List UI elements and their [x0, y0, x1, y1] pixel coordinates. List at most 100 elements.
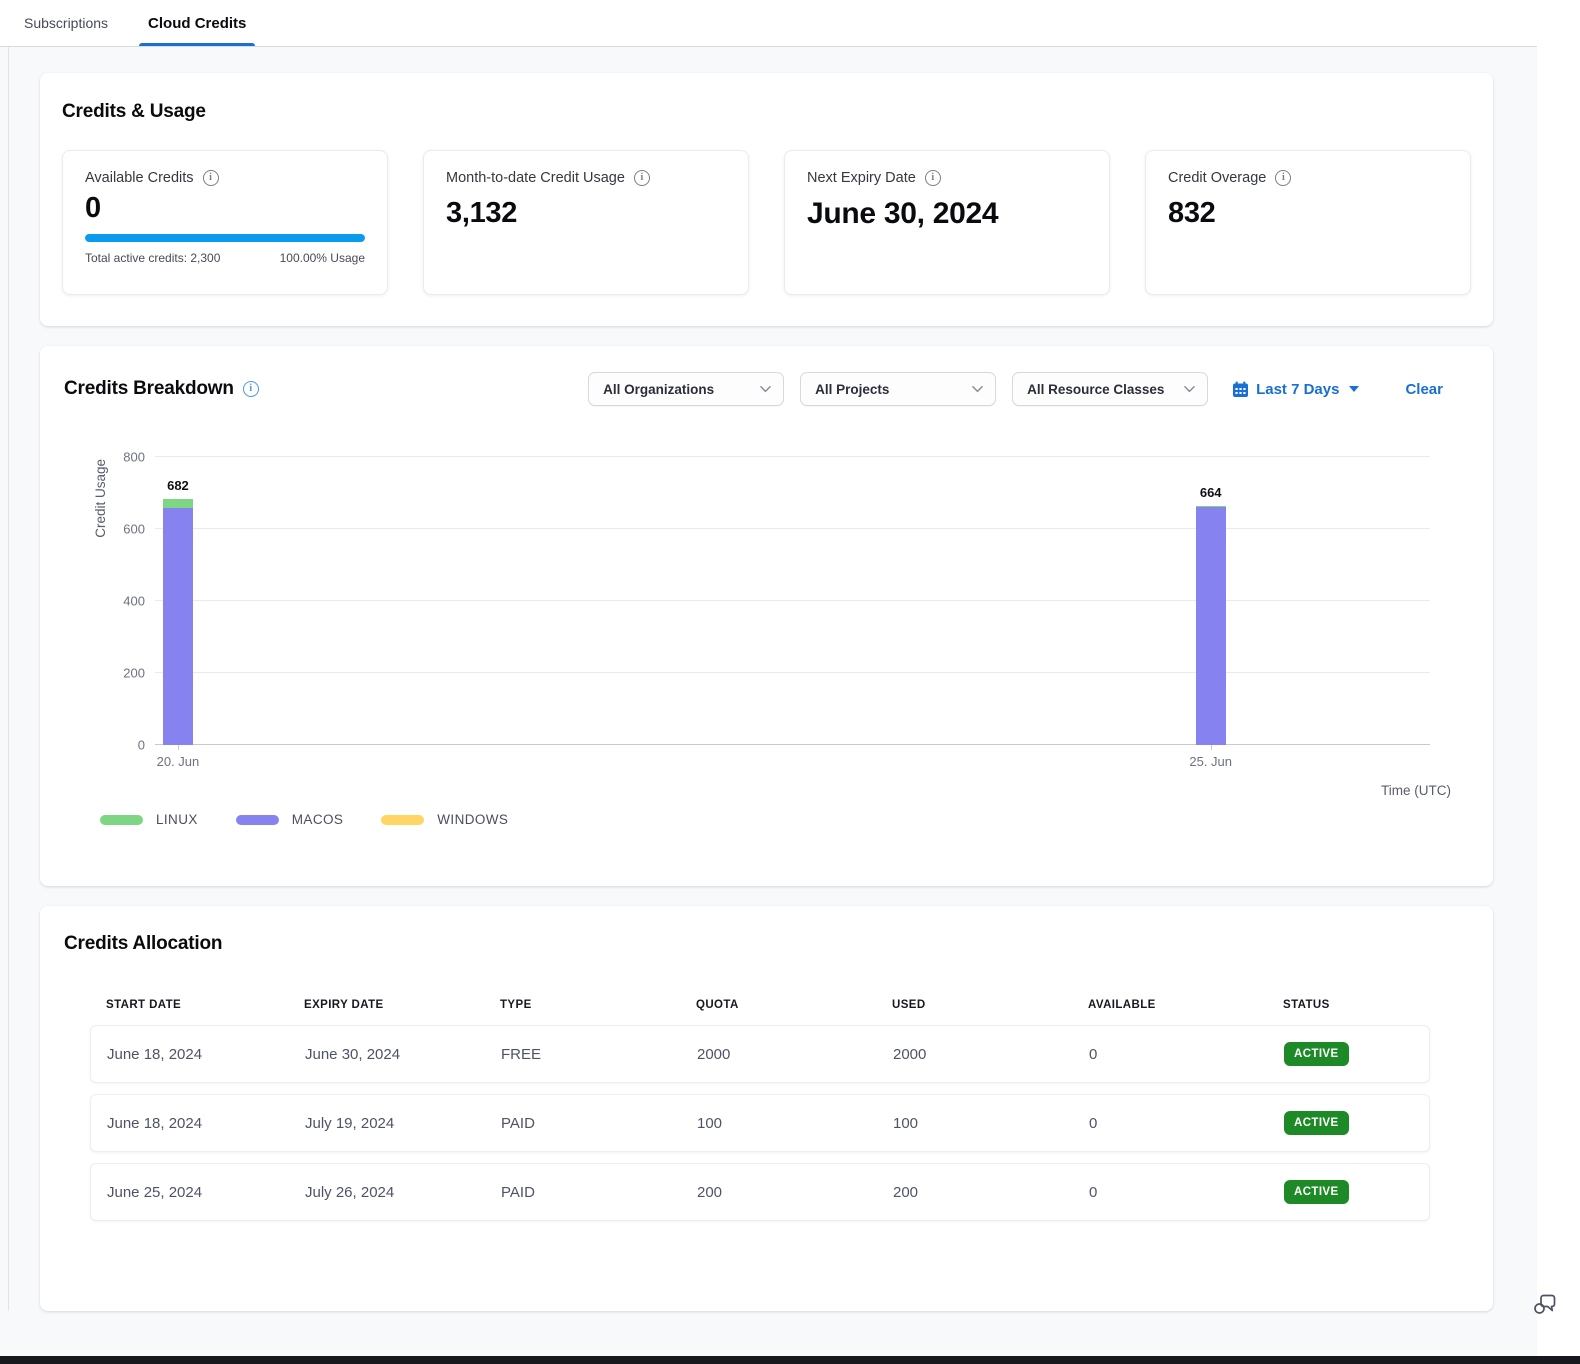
col-quota: QUOTA: [696, 999, 892, 1011]
organizations-filter[interactable]: All Organizations: [588, 372, 784, 406]
cell-start-date: June 18, 2024: [107, 1046, 305, 1063]
y-tick-label: 600: [123, 522, 145, 537]
x-tick-mark: [178, 745, 179, 750]
table-body: June 18, 2024June 30, 2024FREE200020000A…: [90, 1025, 1430, 1221]
gridline: [155, 744, 1430, 745]
cell-available: 0: [1089, 1046, 1284, 1063]
tab-cloud-credits[interactable]: Cloud Credits: [146, 0, 248, 46]
y-tick-label: 0: [138, 738, 145, 753]
cell-quota: 2000: [697, 1046, 893, 1063]
credits-usage-panel: Credits & Usage Available Credits i 0 To…: [40, 73, 1493, 326]
tab-bar: Subscriptions Cloud Credits: [0, 0, 1537, 47]
y-tick-label: 200: [123, 666, 145, 681]
resource-classes-filter[interactable]: All Resource Classes: [1012, 372, 1208, 406]
main-panel: Subscriptions Cloud Credits Credits & Us…: [0, 0, 1537, 1356]
credits-progress-bar: [85, 234, 365, 242]
next-expiry-label: Next Expiry Date: [807, 170, 916, 186]
cell-available: 0: [1089, 1184, 1284, 1201]
legend-label: WINDOWS: [437, 812, 508, 827]
legend-item-macos[interactable]: MACOS: [236, 812, 344, 827]
date-range-value: Last 7 Days: [1256, 381, 1339, 398]
calendar-icon: [1232, 381, 1249, 398]
available-credits-label: Available Credits: [85, 170, 194, 186]
tab-subscriptions[interactable]: Subscriptions: [22, 0, 110, 46]
date-range-picker[interactable]: Last 7 Days: [1232, 381, 1359, 398]
col-available: AVAILABLE: [1088, 999, 1283, 1011]
col-status: STATUS: [1283, 999, 1430, 1011]
credit-overage-label: Credit Overage: [1168, 170, 1266, 186]
cell-used: 100: [893, 1115, 1089, 1132]
bar-segment-macos: [163, 508, 193, 745]
credit-overage-value: 832: [1168, 197, 1448, 230]
info-icon[interactable]: i: [203, 170, 219, 186]
legend-item-linux[interactable]: LINUX: [100, 812, 198, 827]
x-tick-mark: [1211, 745, 1212, 750]
x-axis-title: Time (UTC): [1381, 783, 1451, 798]
cell-status: ACTIVE: [1284, 1042, 1429, 1066]
bar-segment-linux: [163, 499, 193, 508]
available-credits-card: Available Credits i 0 Total active credi…: [62, 150, 388, 295]
chevron-down-icon: [972, 385, 983, 393]
cell-available: 0: [1089, 1115, 1284, 1132]
stat-card-row: Available Credits i 0 Total active credi…: [62, 150, 1471, 295]
allocation-table: START DATE EXPIRY DATE TYPE QUOTA USED A…: [90, 999, 1430, 1221]
mtd-usage-value: 3,132: [446, 197, 726, 230]
table-row[interactable]: June 25, 2024July 26, 2024PAID2002000ACT…: [90, 1163, 1430, 1221]
chevron-down-icon: [1184, 385, 1195, 393]
y-tick-label: 800: [123, 450, 145, 465]
caret-down-icon: [1349, 386, 1359, 392]
credits-allocation-panel: Credits Allocation START DATE EXPIRY DAT…: [40, 906, 1493, 1311]
info-icon[interactable]: i: [243, 381, 259, 397]
credits-breakdown-panel: Credits Breakdown i All Organizations Al…: [40, 346, 1493, 886]
info-icon[interactable]: i: [1275, 170, 1291, 186]
clear-filters-link[interactable]: Clear: [1405, 381, 1443, 398]
cell-start-date: June 25, 2024: [107, 1184, 305, 1201]
cell-used: 200: [893, 1184, 1089, 1201]
legend-label: MACOS: [292, 812, 344, 827]
bar-segment-macos: [1196, 507, 1226, 745]
col-expiry-date: EXPIRY DATE: [304, 999, 500, 1011]
x-tick-label: 20. Jun: [157, 754, 200, 769]
status-badge: ACTIVE: [1284, 1180, 1349, 1204]
x-tick-label: 25. Jun: [1189, 754, 1232, 769]
legend-swatch: [236, 815, 279, 825]
total-active-credits: Total active credits: 2,300: [85, 251, 220, 265]
usage-percent: 100.00% Usage: [280, 251, 365, 265]
chart-legend: LINUX MACOS WINDOWS: [100, 812, 508, 827]
cell-status: ACTIVE: [1284, 1180, 1429, 1204]
cell-expiry-date: June 30, 2024: [305, 1046, 501, 1063]
support-chat-icon[interactable]: [1531, 1290, 1559, 1318]
organizations-filter-value: All Organizations: [603, 382, 714, 397]
credits-progress-fill: [85, 234, 365, 242]
col-type: TYPE: [500, 999, 696, 1011]
bar-value-label: 682: [167, 478, 189, 493]
table-row[interactable]: June 18, 2024June 30, 2024FREE200020000A…: [90, 1025, 1430, 1083]
credits-breakdown-title: Credits Breakdown: [64, 378, 234, 400]
bar-25-jun[interactable]: 664: [1196, 506, 1226, 745]
cell-expiry-date: July 26, 2024: [305, 1184, 501, 1201]
cell-status: ACTIVE: [1284, 1111, 1429, 1135]
projects-filter-value: All Projects: [815, 382, 889, 397]
table-row[interactable]: June 18, 2024July 19, 2024PAID1001000ACT…: [90, 1094, 1430, 1152]
cell-used: 2000: [893, 1046, 1089, 1063]
legend-swatch: [100, 815, 143, 825]
cell-type: FREE: [501, 1046, 697, 1063]
projects-filter[interactable]: All Projects: [800, 372, 996, 406]
y-tick-label: 400: [123, 594, 145, 609]
cell-type: PAID: [501, 1115, 697, 1132]
cell-quota: 100: [697, 1115, 893, 1132]
legend-item-windows[interactable]: WINDOWS: [381, 812, 508, 827]
legend-swatch: [381, 815, 424, 825]
status-badge: ACTIVE: [1284, 1111, 1349, 1135]
cell-quota: 200: [697, 1184, 893, 1201]
next-expiry-value: June 30, 2024: [807, 197, 1087, 231]
mtd-usage-label: Month-to-date Credit Usage: [446, 170, 625, 186]
cell-expiry-date: July 19, 2024: [305, 1115, 501, 1132]
available-credits-value: 0: [85, 192, 365, 225]
y-axis-title: Credit Usage: [93, 459, 108, 538]
next-expiry-card: Next Expiry Date i June 30, 2024: [784, 150, 1110, 295]
bar-20-jun[interactable]: 682: [163, 499, 193, 745]
info-icon[interactable]: i: [925, 170, 941, 186]
table-header-row: START DATE EXPIRY DATE TYPE QUOTA USED A…: [90, 999, 1430, 1011]
info-icon[interactable]: i: [634, 170, 650, 186]
